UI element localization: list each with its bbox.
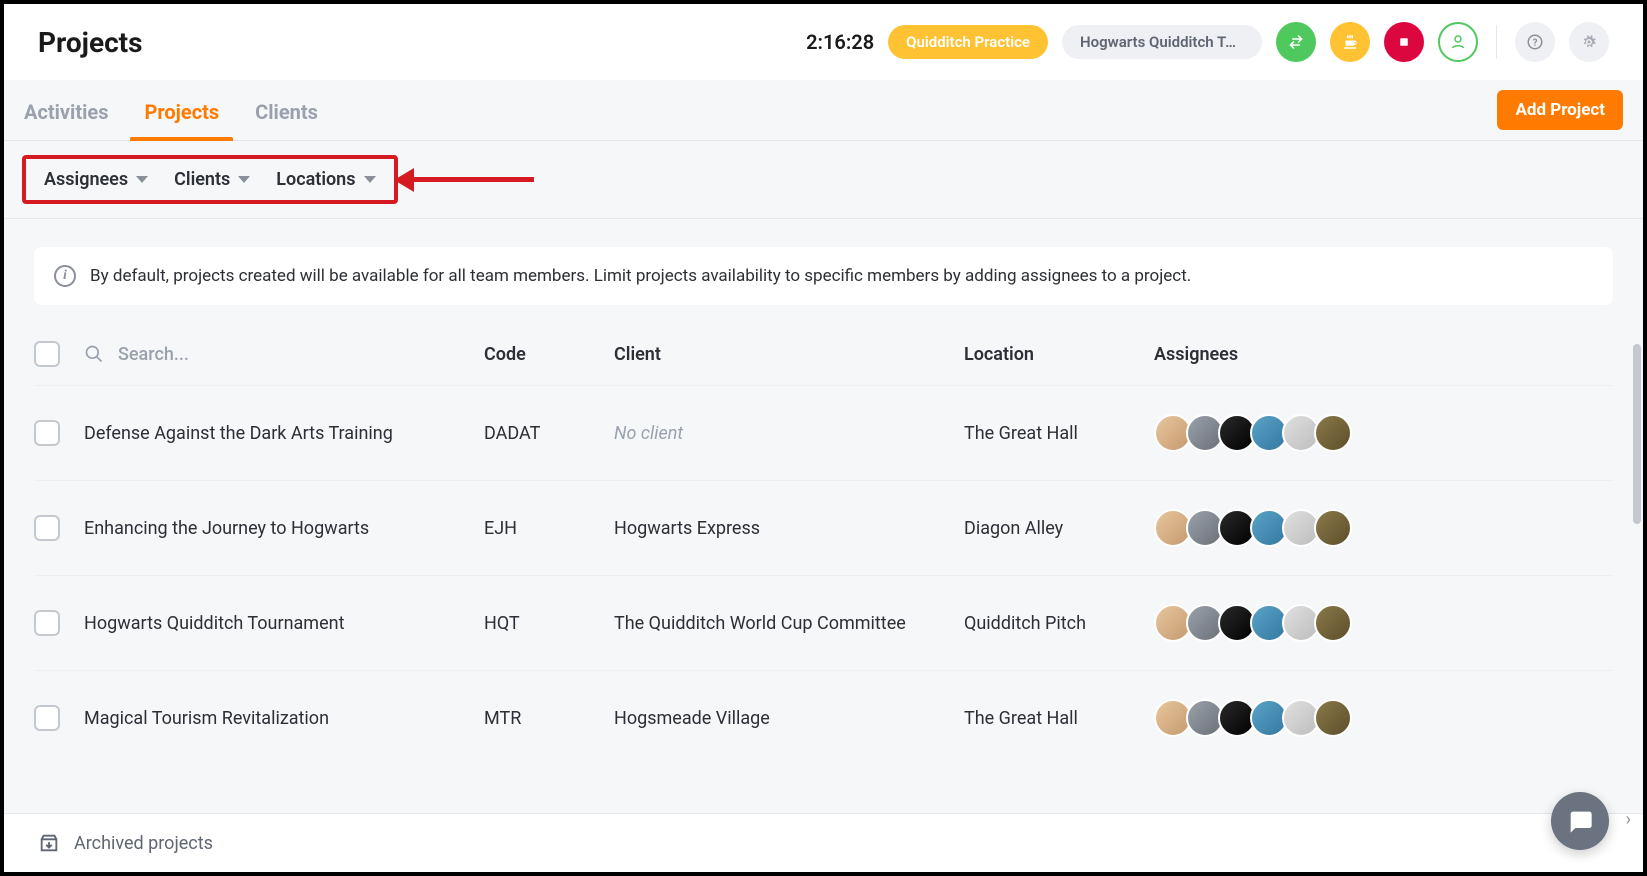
project-code: DADAT xyxy=(484,423,614,444)
table-row[interactable]: Magical Tourism RevitalizationMTRHogsmea… xyxy=(34,670,1613,765)
assignee-avatars[interactable] xyxy=(1154,414,1613,452)
table-row[interactable]: Defense Against the Dark Arts TrainingDA… xyxy=(34,385,1613,480)
swap-button[interactable] xyxy=(1276,22,1316,62)
tab-activities[interactable]: Activities xyxy=(24,80,108,140)
avatar xyxy=(1314,699,1352,737)
settings-button[interactable] xyxy=(1569,22,1609,62)
annotation-arrow xyxy=(394,168,534,192)
header-divider xyxy=(1496,25,1497,59)
column-code: Code xyxy=(484,344,614,365)
filter-locations-label: Locations xyxy=(276,169,355,190)
page-title: Projects xyxy=(38,26,143,59)
project-name: Defense Against the Dark Arts Training xyxy=(84,423,484,444)
project-location: The Great Hall xyxy=(964,423,1154,444)
project-location: Quidditch Pitch xyxy=(964,613,1154,634)
filter-highlight-box: Assignees Clients Locations xyxy=(22,155,398,204)
settings-icon xyxy=(1580,33,1598,51)
break-button[interactable] xyxy=(1330,22,1370,62)
table-row[interactable]: Hogwarts Quidditch TournamentHQTThe Quid… xyxy=(34,575,1613,670)
app-header: Projects 2:16:28 Quidditch Practice Hogw… xyxy=(4,4,1643,80)
scrollbar-thumb[interactable] xyxy=(1633,344,1641,524)
footer: Archived projects xyxy=(4,813,1643,872)
project-code: EJH xyxy=(484,518,614,539)
context-pill[interactable]: Hogwarts Quidditch To... xyxy=(1062,25,1262,59)
project-code: HQT xyxy=(484,613,614,634)
project-location: The Great Hall xyxy=(964,708,1154,729)
select-all-checkbox[interactable] xyxy=(34,341,60,367)
info-banner-text: By default, projects created will be ava… xyxy=(90,266,1191,286)
header-controls: 2:16:28 Quidditch Practice Hogwarts Quid… xyxy=(806,22,1609,62)
avatar xyxy=(1314,604,1352,642)
tab-bar: Activities Projects Clients Add Project xyxy=(4,80,1643,141)
avatar xyxy=(1314,414,1352,452)
info-banner: i By default, projects created will be a… xyxy=(34,247,1613,305)
help-icon: ? xyxy=(1526,33,1544,51)
projects-table: Code Client Location Assignees Defense A… xyxy=(4,323,1643,813)
info-icon: i xyxy=(54,265,76,287)
chat-widget[interactable] xyxy=(1551,792,1609,850)
project-client: No client xyxy=(614,423,964,444)
archive-icon xyxy=(38,832,60,854)
add-project-button[interactable]: Add Project xyxy=(1497,90,1623,130)
archived-link[interactable]: Archived projects xyxy=(74,833,213,854)
column-client: Client xyxy=(614,344,964,365)
row-checkbox[interactable] xyxy=(34,705,60,731)
scroll-right-icon: › xyxy=(1626,809,1631,830)
project-name: Enhancing the Journey to Hogwarts xyxy=(84,518,484,539)
project-code: MTR xyxy=(484,708,614,729)
chat-icon xyxy=(1566,807,1594,835)
profile-button[interactable] xyxy=(1438,22,1478,62)
filter-bar: Assignees Clients Locations xyxy=(4,141,1643,219)
filter-clients[interactable]: Clients xyxy=(174,169,250,190)
avatar xyxy=(1314,509,1352,547)
row-checkbox[interactable] xyxy=(34,420,60,446)
assignee-avatars[interactable] xyxy=(1154,699,1613,737)
assignee-avatars[interactable] xyxy=(1154,509,1613,547)
project-name: Magical Tourism Revitalization xyxy=(84,708,484,729)
row-checkbox[interactable] xyxy=(34,610,60,636)
chevron-down-icon xyxy=(136,176,148,183)
coffee-icon xyxy=(1341,33,1359,51)
svg-text:?: ? xyxy=(1533,38,1538,49)
swap-icon xyxy=(1287,33,1305,51)
project-client: Hogsmeade Village xyxy=(614,708,964,729)
stop-icon xyxy=(1395,33,1413,51)
search-input[interactable] xyxy=(118,344,318,365)
assignee-avatars[interactable] xyxy=(1154,604,1613,642)
filter-assignees[interactable]: Assignees xyxy=(44,169,148,190)
project-client: Hogwarts Express xyxy=(614,518,964,539)
table-row[interactable]: Enhancing the Journey to HogwartsEJHHogw… xyxy=(34,480,1613,575)
project-client: The Quidditch World Cup Committee xyxy=(614,613,964,634)
chevron-down-icon xyxy=(238,176,250,183)
column-assignees: Assignees xyxy=(1154,344,1613,365)
person-icon xyxy=(1449,33,1467,51)
filter-locations[interactable]: Locations xyxy=(276,169,375,190)
search-icon xyxy=(84,344,104,364)
filter-clients-label: Clients xyxy=(174,169,230,190)
help-button[interactable]: ? xyxy=(1515,22,1555,62)
tab-clients[interactable]: Clients xyxy=(255,80,318,140)
chevron-down-icon xyxy=(364,176,376,183)
filter-assignees-label: Assignees xyxy=(44,169,128,190)
timer-display: 2:16:28 xyxy=(806,30,874,54)
tab-projects[interactable]: Projects xyxy=(144,80,219,140)
stop-button[interactable] xyxy=(1384,22,1424,62)
project-location: Diagon Alley xyxy=(964,518,1154,539)
project-name: Hogwarts Quidditch Tournament xyxy=(84,613,484,634)
row-checkbox[interactable] xyxy=(34,515,60,541)
active-activity-pill[interactable]: Quidditch Practice xyxy=(888,25,1048,59)
column-location: Location xyxy=(964,344,1154,365)
